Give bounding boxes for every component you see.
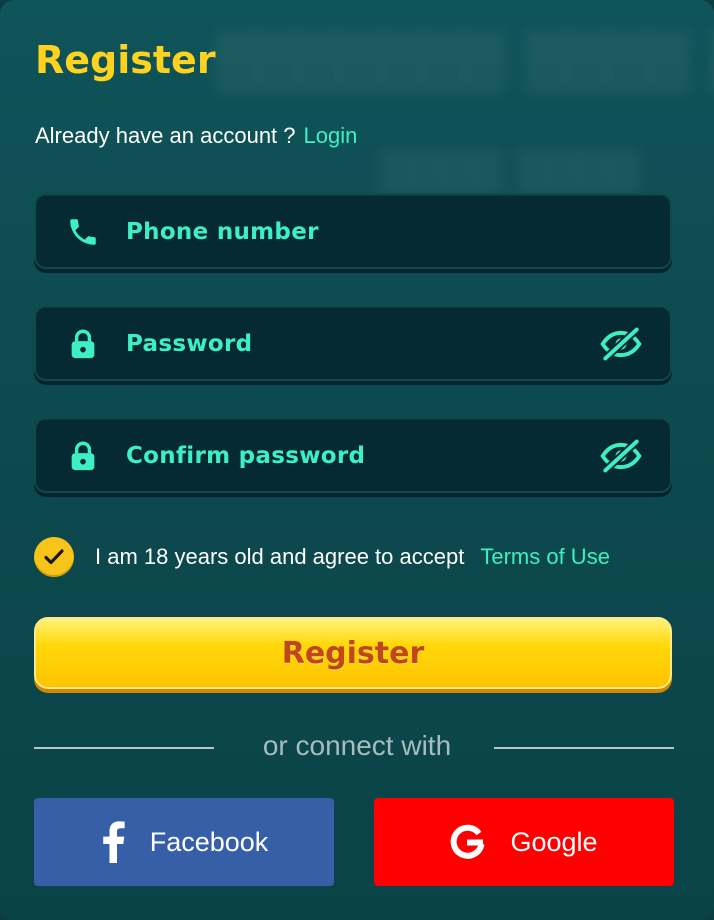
- eye-hidden-icon[interactable]: [600, 327, 642, 361]
- google-icon: [451, 824, 485, 859]
- phone-icon: [70, 219, 96, 245]
- agreement-row: I am 18 years old and agree to accept Te…: [34, 537, 610, 577]
- facebook-label: Facebook: [149, 826, 269, 857]
- lock-icon: [71, 329, 95, 359]
- google-button[interactable]: Google: [374, 798, 674, 886]
- page-title: Register: [35, 38, 216, 82]
- register-panel: ███████ ████ █ ████ ████ Register Alread…: [0, 0, 714, 920]
- connect-with-text: or connect with: [262, 730, 452, 761]
- agree-checkbox[interactable]: [34, 537, 74, 577]
- background-decoration: ████ ████: [380, 150, 641, 196]
- eye-hidden-icon[interactable]: [600, 439, 642, 473]
- register-button[interactable]: Register: [34, 617, 672, 689]
- confirm-password-placeholder: Confirm password: [126, 443, 366, 469]
- google-label: Google: [510, 826, 598, 857]
- terms-of-use-link[interactable]: Terms of Use: [480, 544, 610, 570]
- facebook-button[interactable]: Facebook: [34, 798, 334, 886]
- lock-icon: [71, 441, 95, 471]
- password-field[interactable]: Password: [34, 305, 672, 381]
- phone-number-placeholder: Phone number: [126, 219, 319, 245]
- login-prompt-line: Already have an account ? Login: [35, 123, 357, 149]
- login-link[interactable]: Login: [304, 123, 358, 148]
- phone-number-field[interactable]: Phone number: [34, 193, 672, 269]
- facebook-icon: [102, 821, 125, 863]
- background-decoration: ███████ ████ █: [215, 30, 714, 93]
- checkmark-icon: [44, 549, 64, 565]
- login-prompt: Already have an account ?: [35, 123, 296, 148]
- agreement-text: I am 18 years old and agree to accept: [95, 544, 465, 569]
- divider-right: [494, 747, 674, 749]
- password-placeholder: Password: [126, 331, 253, 357]
- confirm-password-field[interactable]: Confirm password: [34, 417, 672, 493]
